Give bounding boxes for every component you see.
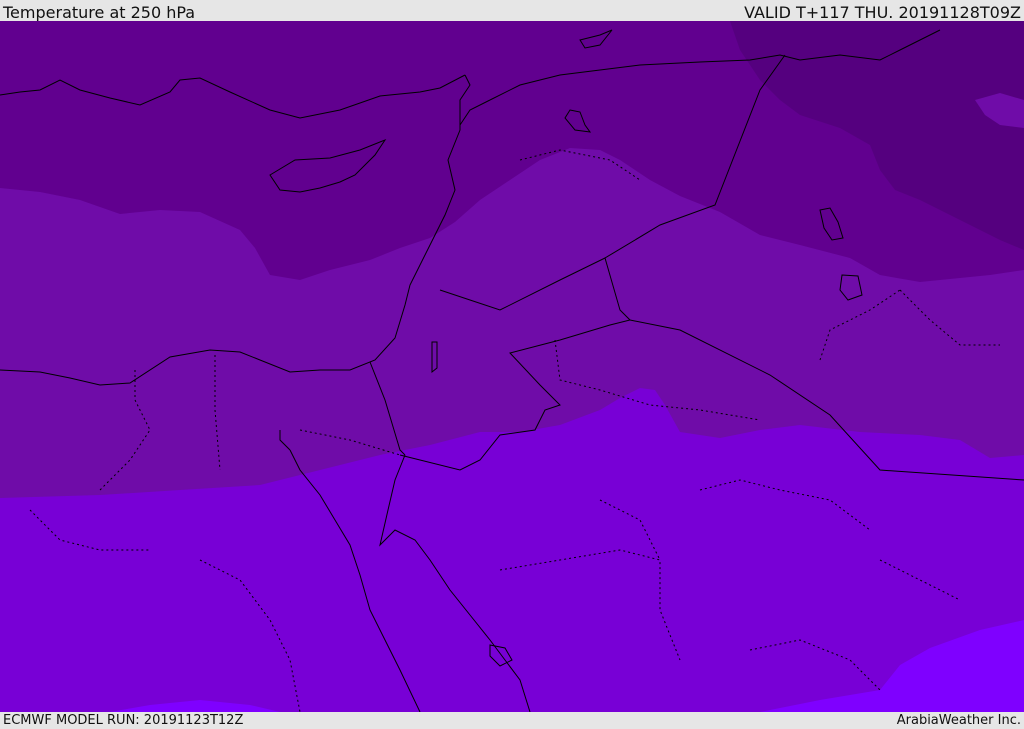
map-canvas <box>0 21 1024 712</box>
footer-bar: ECMWF MODEL RUN: 20191123T12Z ArabiaWeat… <box>0 712 1024 729</box>
valid-time: VALID T+117 THU. 20191128T09Z <box>744 3 1021 22</box>
header-bar: Temperature at 250 hPa VALID T+117 THU. … <box>0 0 1024 22</box>
credit-label: ArabiaWeather Inc. <box>896 713 1021 728</box>
map-title: Temperature at 250 hPa <box>3 3 196 22</box>
temperature-map[interactable] <box>0 21 1024 712</box>
model-run-label: ECMWF MODEL RUN: 20191123T12Z <box>3 713 244 728</box>
